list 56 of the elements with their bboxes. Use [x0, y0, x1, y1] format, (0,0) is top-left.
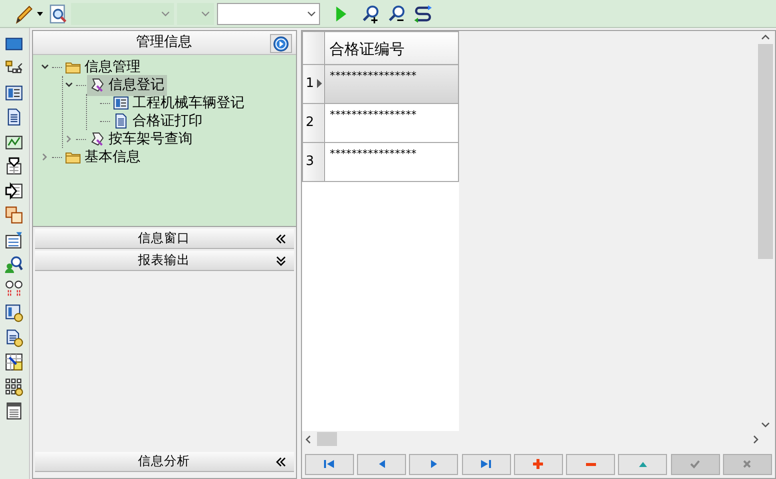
edit-form-icon[interactable]	[5, 230, 24, 248]
navigator-button[interactable]	[514, 454, 563, 475]
scroll-right-icon[interactable]	[752, 434, 759, 444]
zoom-out-icon[interactable]	[386, 4, 406, 24]
collapse-icon[interactable]	[276, 457, 286, 467]
navigator-button[interactable]	[357, 454, 406, 475]
import-icon[interactable]	[5, 157, 24, 175]
grid-settings-icon[interactable]	[5, 378, 24, 396]
navigator-button[interactable]	[304, 454, 354, 475]
check-icon	[689, 458, 701, 470]
first-record-icon	[323, 458, 336, 470]
navigator-button[interactable]	[566, 454, 615, 475]
column-header[interactable]: 合格证编号	[324, 32, 458, 64]
row-header[interactable]: 1	[302, 64, 325, 104]
navigator-button[interactable]	[462, 454, 510, 475]
row-header[interactable]: 3	[302, 142, 325, 182]
close-icon	[741, 458, 754, 470]
section-header[interactable]: 信息窗口	[34, 229, 294, 249]
scroll-left-icon[interactable]	[304, 434, 311, 444]
table-cell: ****************	[324, 64, 458, 104]
last-record-icon	[480, 458, 492, 470]
user-search-icon[interactable]	[5, 255, 24, 273]
pencil-icon[interactable]	[13, 4, 33, 24]
scroll-down-icon[interactable]	[761, 422, 770, 428]
tool-icon	[89, 77, 106, 94]
scrollbar-thumb[interactable]	[316, 432, 337, 446]
section-header[interactable]: 报表输出	[34, 251, 294, 271]
list-icon[interactable]	[5, 402, 24, 420]
search-icon[interactable]	[48, 4, 68, 24]
collapse-icon[interactable]	[276, 234, 286, 244]
expand-icon[interactable]	[276, 256, 286, 266]
swap-icon[interactable]	[412, 4, 433, 24]
row-pointer-icon	[317, 79, 322, 88]
scrollbar-thumb[interactable]	[758, 44, 773, 258]
collapse-button[interactable]	[270, 34, 292, 53]
plus-icon	[532, 458, 544, 470]
form-icon[interactable]	[5, 84, 24, 102]
table-cell: ****************	[324, 104, 458, 142]
tree-item[interactable]: 信息登记	[87, 74, 167, 96]
form-settings-icon[interactable]	[5, 304, 24, 322]
document-icon	[113, 113, 130, 130]
form-icon	[113, 95, 130, 112]
tables-icon[interactable]	[5, 206, 24, 224]
scroll-up-icon[interactable]	[761, 34, 770, 40]
panel-title: 管理信息	[136, 33, 192, 52]
grid-export-icon[interactable]	[5, 353, 24, 371]
row-header[interactable]: 2	[302, 104, 325, 142]
combo-box[interactable]	[217, 2, 320, 24]
table-cell: ****************	[324, 142, 458, 182]
tool-icon	[89, 131, 106, 148]
export-icon[interactable]	[5, 182, 24, 200]
link-icon[interactable]	[5, 280, 24, 298]
doc-settings-icon[interactable]	[5, 328, 24, 346]
navigator-button[interactable]	[409, 454, 458, 475]
section-header[interactable]: 信息分析	[34, 452, 294, 472]
caret-icon[interactable]	[36, 10, 44, 18]
